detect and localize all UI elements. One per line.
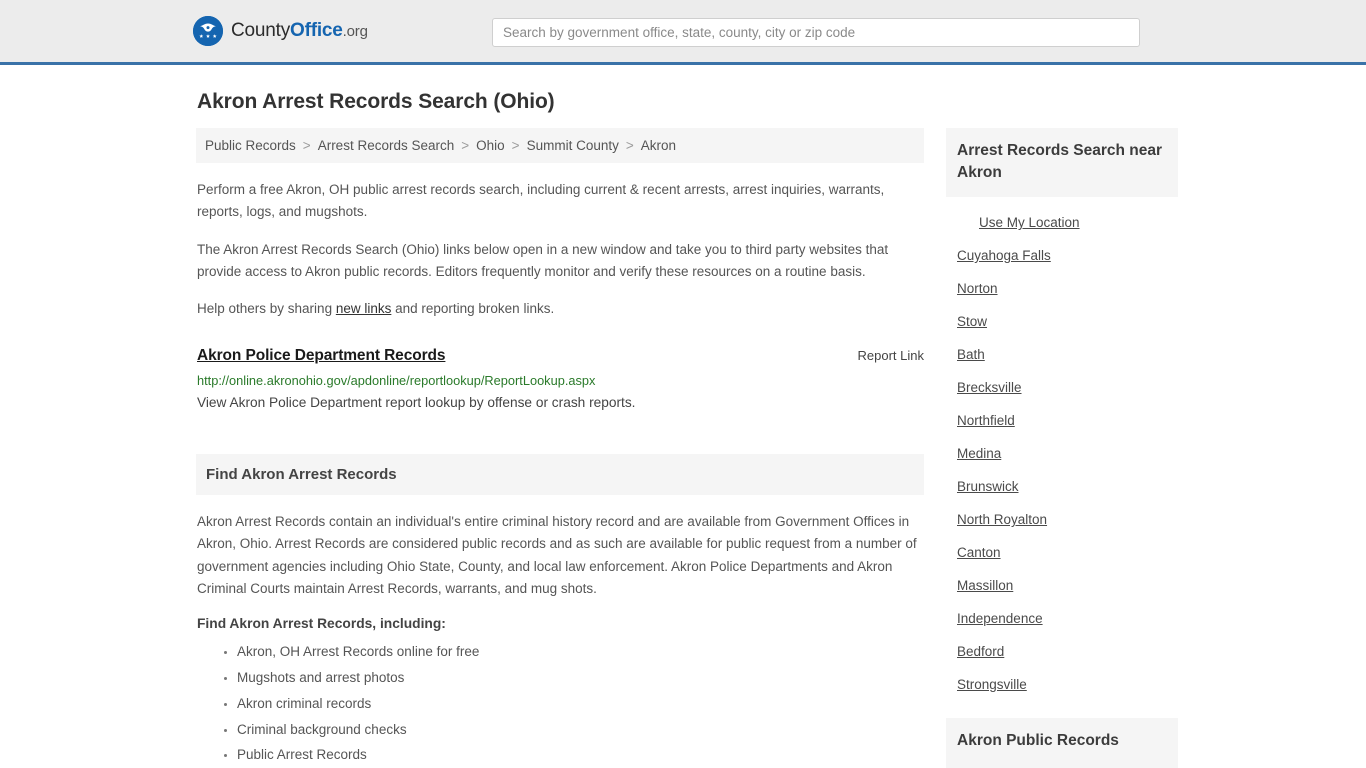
nearby-links-list: Use My Location Cuyahoga Falls Norton St… (946, 197, 1178, 701)
eagle-shield-icon (193, 16, 223, 46)
sidebar-item-massillon[interactable]: Massillon (946, 569, 1178, 602)
sidebar-item-north-royalton[interactable]: North Royalton (946, 503, 1178, 536)
main-column: Public Records > Arrest Records Search >… (196, 128, 924, 768)
breadcrumb-item-akron[interactable]: Akron (641, 138, 676, 153)
result-url: http://online.akronohio.gov/apdonline/re… (197, 373, 596, 389)
sidebar-item-bedford[interactable]: Bedford (946, 635, 1178, 668)
breadcrumb-item-summit-county[interactable]: Summit County (527, 138, 619, 153)
sidebar-item-brecksville[interactable]: Brecksville (946, 371, 1178, 404)
page-title: Akron Arrest Records Search (Ohio) (197, 90, 555, 113)
breadcrumb-item-public-records[interactable]: Public Records (205, 138, 296, 153)
list-item: Public Arrest Records (237, 742, 923, 768)
sidebar-item-cuyahoga-falls[interactable]: Cuyahoga Falls (946, 239, 1178, 272)
result-item: Akron Police Department Records Report L… (197, 347, 924, 428)
breadcrumb-separator-icon: > (511, 138, 520, 153)
sidebar-item-norton[interactable]: Norton (946, 272, 1178, 305)
sidebar: Arrest Records Search near Akron Use My … (946, 128, 1178, 768)
breadcrumb: Public Records > Arrest Records Search >… (196, 128, 924, 163)
content-container: Akron Arrest Records Search (Ohio) Publi… (193, 90, 1178, 768)
akron-public-records-box: Akron Public Records (946, 718, 1178, 768)
brand-wordmark: CountyOffice.org (231, 20, 368, 42)
breadcrumb-item-ohio[interactable]: Ohio (476, 138, 505, 153)
sidebar-item-brunswick[interactable]: Brunswick (946, 470, 1178, 503)
sidebar-item-independence[interactable]: Independence (946, 602, 1178, 635)
find-records-section: Find Akron Arrest Records Akron Arrest R… (196, 454, 924, 768)
section-paragraph: Akron Arrest Records contain an individu… (197, 514, 917, 596)
section-heading: Find Akron Arrest Records (196, 454, 924, 496)
use-my-location-link[interactable]: Use My Location (946, 206, 1178, 239)
page-body: Akron Arrest Records Search (Ohio) Publi… (0, 90, 1366, 768)
sidebar-item-bath[interactable]: Bath (946, 338, 1178, 371)
breadcrumb-separator-icon: > (461, 138, 470, 153)
sidebar-item-strongsville[interactable]: Strongsville (946, 668, 1178, 701)
site-logo-link[interactable]: CountyOffice.org (193, 16, 368, 46)
list-item: Akron criminal records (237, 691, 923, 717)
section-body: Akron Arrest Records contain an individu… (196, 495, 924, 768)
result-description: View Akron Police Department report look… (197, 395, 636, 411)
share-text-after: and reporting broken links. (391, 301, 555, 317)
records-bullet-list: Akron, OH Arrest Records online for free… (197, 639, 923, 768)
breadcrumb-separator-icon: > (625, 138, 634, 153)
brand-county-text: County (231, 20, 291, 41)
sidebar-item-canton[interactable]: Canton (946, 536, 1178, 569)
section-sub-heading: Find Akron Arrest Records, including: (197, 615, 446, 631)
sidebar-item-medina[interactable]: Medina (946, 437, 1178, 470)
result-title-row: Akron Police Department Records Report L… (197, 347, 924, 365)
site-header: CountyOffice.org (0, 0, 1366, 65)
brand-office-text: Office (290, 20, 343, 41)
list-item: Akron, OH Arrest Records online for free (237, 639, 923, 665)
search-input[interactable] (492, 18, 1140, 47)
sidebar-heading: Arrest Records Search near Akron (946, 128, 1178, 197)
breadcrumb-item-arrest-records-search[interactable]: Arrest Records Search (318, 138, 455, 153)
sidebar-second-heading: Akron Public Records (946, 718, 1178, 768)
content-columns: Public Records > Arrest Records Search >… (196, 128, 1178, 768)
sidebar-item-northfield[interactable]: Northfield (946, 404, 1178, 437)
sidebar-item-stow[interactable]: Stow (946, 305, 1178, 338)
report-link-button[interactable]: Report Link (858, 348, 924, 363)
search-container (492, 18, 1140, 47)
new-links-link[interactable]: new links (336, 301, 392, 316)
intro-paragraph-1: Perform a free Akron, OH public arrest r… (197, 182, 885, 219)
breadcrumb-separator-icon: > (302, 138, 311, 153)
share-text-before: Help others by sharing (197, 301, 336, 317)
intro-paragraph-2: The Akron Arrest Records Search (Ohio) l… (197, 241, 889, 279)
nearby-search-box: Arrest Records Search near Akron Use My … (946, 128, 1178, 701)
result-title-link[interactable]: Akron Police Department Records (197, 347, 446, 365)
list-item: Mugshots and arrest photos (237, 665, 923, 691)
brand-org-text: .org (342, 23, 368, 40)
list-item: Criminal background checks (237, 717, 923, 743)
intro-paragraph-3: Help others by sharing new links and rep… (197, 298, 913, 320)
